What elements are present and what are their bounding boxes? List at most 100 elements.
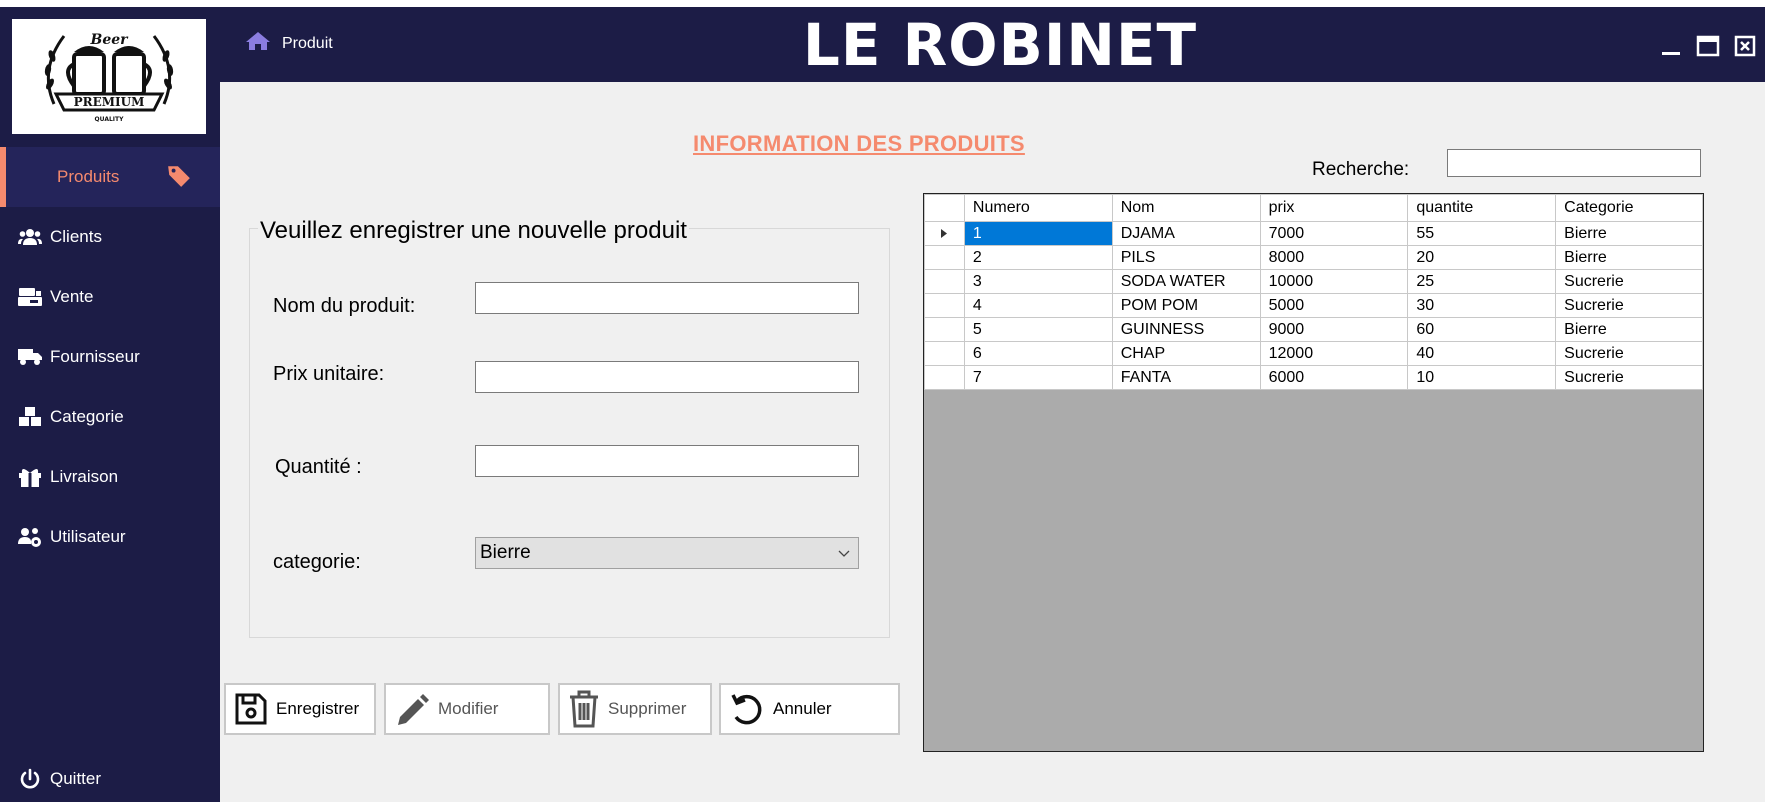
- category-label: categorie:: [273, 551, 361, 573]
- table-cell[interactable]: Sucrerie: [1555, 341, 1703, 366]
- table-cell[interactable]: 10000: [1259, 269, 1409, 294]
- save-button[interactable]: Enregistrer: [224, 683, 376, 735]
- product-name-input[interactable]: [475, 282, 859, 314]
- row-header[interactable]: [924, 365, 965, 390]
- table-cell[interactable]: 20: [1407, 245, 1557, 270]
- column-header[interactable]: Numero: [963, 194, 1113, 222]
- table-cell[interactable]: 60: [1407, 317, 1557, 342]
- page-title: INFORMATION DES PRODUITS: [693, 131, 1025, 156]
- maximize-icon[interactable]: [1695, 33, 1721, 59]
- column-header[interactable]: prix: [1259, 194, 1409, 222]
- users-icon: [17, 226, 43, 248]
- products-grid[interactable]: Numero Nom prix quantite Categorie 1 DJA…: [923, 193, 1704, 752]
- table-cell[interactable]: 25: [1407, 269, 1557, 294]
- breadcrumb-label: Produit: [282, 34, 333, 52]
- sidebar-item-fournisseur[interactable]: Fournisseur: [0, 327, 220, 387]
- search-label: Recherche:: [1312, 159, 1410, 180]
- table-cell[interactable]: FANTA: [1111, 365, 1261, 390]
- table-cell[interactable]: Bierre: [1555, 245, 1703, 270]
- column-header[interactable]: Nom: [1111, 194, 1261, 222]
- table-cell[interactable]: 12000: [1259, 341, 1409, 366]
- row-header[interactable]: [924, 341, 965, 366]
- table-cell[interactable]: 1: [963, 221, 1113, 246]
- truck-icon: [17, 346, 43, 368]
- logo-banner-text: PREMIUM: [74, 95, 145, 109]
- table-cell[interactable]: GUINNESS: [1111, 317, 1261, 342]
- sidebar-item-quitter[interactable]: Quitter: [0, 749, 220, 802]
- table-cell[interactable]: 55: [1407, 221, 1557, 246]
- beer-premium-logo: Beer PREMIUM QUALITY: [12, 19, 206, 134]
- home-icon[interactable]: [246, 31, 270, 56]
- edit-button-label: Modifier: [438, 699, 499, 718]
- table-row[interactable]: 5 GUINNESS 9000 60 Bierre: [924, 317, 1703, 342]
- sidebar-item-vente[interactable]: Vente: [0, 267, 220, 327]
- table-cell[interactable]: 4: [963, 293, 1113, 318]
- column-header[interactable]: quantite: [1407, 194, 1557, 222]
- table-cell[interactable]: 6000: [1259, 365, 1409, 390]
- quantity-input[interactable]: [475, 445, 859, 477]
- current-row-indicator-icon: [924, 221, 965, 246]
- table-cell[interactable]: 7000: [1259, 221, 1409, 246]
- chevron-down-icon: [838, 542, 850, 564]
- table-cell[interactable]: CHAP: [1111, 341, 1261, 366]
- column-header[interactable]: Categorie: [1555, 194, 1703, 222]
- trash-icon: [568, 690, 600, 728]
- table-cell[interactable]: Bierre: [1555, 221, 1703, 246]
- product-name-label: Nom du produit:: [273, 295, 416, 317]
- table-cell[interactable]: 9000: [1259, 317, 1409, 342]
- table-cell[interactable]: 40: [1407, 341, 1557, 366]
- table-cell[interactable]: PILS: [1111, 245, 1261, 270]
- table-cell[interactable]: 3: [963, 269, 1113, 294]
- table-row[interactable]: 4 POM POM 5000 30 Sucrerie: [924, 293, 1703, 318]
- table-cell[interactable]: 5: [963, 317, 1113, 342]
- gift-icon: [17, 466, 43, 488]
- form-title: Veuillez enregistrer une nouvelle produi…: [258, 217, 689, 245]
- search-input[interactable]: [1447, 149, 1701, 177]
- table-cell[interactable]: Sucrerie: [1555, 293, 1703, 318]
- table-cell[interactable]: 30: [1407, 293, 1557, 318]
- cancel-button[interactable]: Annuler: [719, 683, 900, 735]
- table-cell[interactable]: 5000: [1259, 293, 1409, 318]
- table-row[interactable]: 1 DJAMA 7000 55 Bierre: [924, 221, 1703, 246]
- category-select[interactable]: Bierre: [475, 537, 859, 569]
- minimize-icon[interactable]: [1658, 33, 1684, 59]
- sidebar-item-produits[interactable]: Produits: [0, 147, 220, 207]
- sidebar-item-categorie[interactable]: Categorie: [0, 387, 220, 447]
- undo-icon: [729, 691, 765, 727]
- save-button-label: Enregistrer: [276, 699, 360, 718]
- floppy-disk-icon: [234, 692, 268, 726]
- unit-price-label: Prix unitaire:: [273, 363, 385, 385]
- sidebar-item-utilisateur[interactable]: Utilisateur: [0, 507, 220, 567]
- table-cell[interactable]: 10: [1407, 365, 1557, 390]
- sidebar-item-label: Livraison: [50, 467, 119, 486]
- row-header[interactable]: [924, 245, 965, 270]
- pencil-icon: [394, 691, 430, 727]
- table-row[interactable]: 7 FANTA 6000 10 Sucrerie: [924, 365, 1703, 390]
- table-row[interactable]: 6 CHAP 12000 40 Sucrerie: [924, 341, 1703, 366]
- delete-button[interactable]: Supprimer: [558, 683, 712, 735]
- sidebar-item-clients[interactable]: Clients: [0, 207, 220, 267]
- table-cell[interactable]: Bierre: [1555, 317, 1703, 342]
- category-select-value: Bierre: [480, 542, 531, 563]
- table-row[interactable]: 2 PILS 8000 20 Bierre: [924, 245, 1703, 270]
- table-cell[interactable]: 8000: [1259, 245, 1409, 270]
- row-header[interactable]: [924, 293, 965, 318]
- close-icon[interactable]: [1732, 33, 1758, 59]
- row-header[interactable]: [924, 269, 965, 294]
- table-cell[interactable]: Sucrerie: [1555, 269, 1703, 294]
- row-header[interactable]: [924, 317, 965, 342]
- app-brand-title: LE ROBINET: [802, 11, 1198, 79]
- table-cell[interactable]: DJAMA: [1111, 221, 1261, 246]
- table-cell[interactable]: 7: [963, 365, 1113, 390]
- table-row[interactable]: 3 SODA WATER 10000 25 Sucrerie: [924, 269, 1703, 294]
- table-cell[interactable]: 2: [963, 245, 1113, 270]
- delete-button-label: Supprimer: [608, 699, 687, 718]
- edit-button[interactable]: Modifier: [384, 683, 550, 735]
- sidebar-item-livraison[interactable]: Livraison: [0, 447, 220, 507]
- table-cell[interactable]: 6: [963, 341, 1113, 366]
- unit-price-input[interactable]: [475, 361, 859, 393]
- table-cell[interactable]: Sucrerie: [1555, 365, 1703, 390]
- table-header-row: Numero Nom prix quantite Categorie: [924, 194, 1703, 222]
- table-cell[interactable]: SODA WATER: [1111, 269, 1261, 294]
- table-cell[interactable]: POM POM: [1111, 293, 1261, 318]
